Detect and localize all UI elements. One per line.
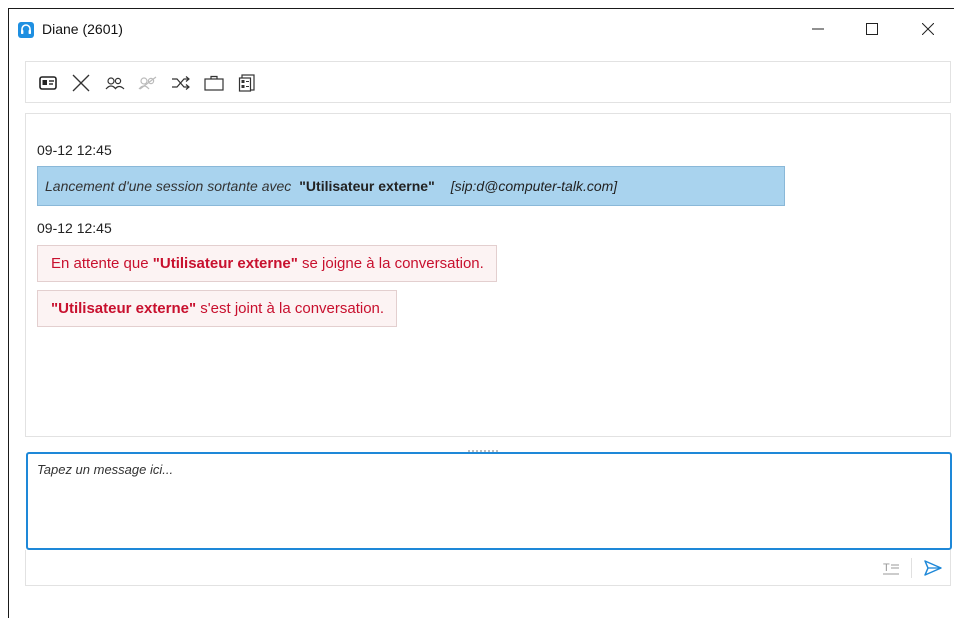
participant-name: "Utilisateur externe" [51, 300, 197, 317]
maximize-icon [866, 23, 878, 35]
maximize-button[interactable] [849, 9, 895, 49]
participant-name: "Utilisateur externe" [152, 255, 298, 272]
event-text: En attente que [51, 255, 153, 272]
composer-actions: T [25, 550, 951, 586]
contact-card-icon[interactable] [38, 74, 58, 92]
transfer-icon[interactable] [171, 74, 191, 92]
message-text: Lancement d'une session sortante avec [45, 178, 292, 194]
window-title: Diane (2601) [42, 21, 123, 37]
message-timestamp: 09-12 12:45 [37, 220, 112, 236]
forms-icon[interactable] [237, 74, 257, 92]
message-timestamp: 09-12 12:45 [37, 142, 112, 158]
close-window-button[interactable] [905, 9, 951, 49]
event-text: s'est joint à la conversation. [196, 300, 385, 317]
event-text: se joigne à la conversation. [297, 255, 484, 272]
message-input[interactable] [28, 454, 950, 548]
resize-handle[interactable] [468, 439, 508, 452]
send-icon[interactable] [923, 558, 943, 578]
briefcase-icon[interactable] [204, 74, 224, 92]
divider [911, 558, 912, 578]
chat-window: Diane (2601) 09-12 12:45 Lancement d'une… [8, 8, 954, 618]
conversation-history[interactable]: 09-12 12:45 Lancement d'une session sort… [25, 113, 951, 437]
remove-participant-icon [138, 74, 158, 92]
headset-app-icon [18, 22, 34, 38]
text-format-icon[interactable]: T [882, 560, 902, 576]
event-message: En attente que "Utilisateur externe" se … [37, 245, 497, 282]
close-icon [922, 23, 934, 35]
svg-text:T: T [883, 562, 890, 574]
message-input-box[interactable] [26, 452, 952, 550]
system-message: Lancement d'une session sortante avec "U… [37, 166, 785, 206]
title-bar: Diane (2601) [9, 9, 954, 49]
minimize-button[interactable] [795, 9, 841, 49]
toolbar [25, 61, 951, 103]
sip-address: [sip:d@computer-talk.com] [450, 178, 618, 194]
participant-name: "Utilisateur externe" [299, 178, 435, 194]
minimize-icon [812, 28, 824, 30]
add-participant-icon[interactable] [105, 74, 125, 92]
event-message: "Utilisateur externe" s'est joint à la c… [37, 290, 398, 327]
close-conversation-icon[interactable] [71, 74, 91, 92]
